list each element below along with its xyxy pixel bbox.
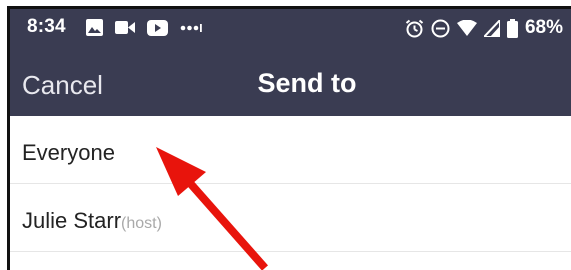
video-camera-icon	[115, 20, 135, 35]
status-bar: 8:34 68%	[10, 9, 571, 48]
recipient-everyone[interactable]: Everyone	[10, 116, 571, 184]
alarm-icon	[405, 19, 424, 38]
recipient-name: Julie Starr(host)	[22, 208, 162, 234]
recipient-julie-starr[interactable]: Julie Starr(host)	[10, 184, 571, 252]
recipient-name-text: Everyone	[22, 140, 115, 165]
screenshot-frame: 8:34 68% Cancel Send to Everyone Julie S…	[0, 0, 571, 270]
battery-percent: 68%	[524, 17, 563, 38]
page-title: Send to	[257, 68, 357, 98]
recipient-name: Everyone	[22, 140, 115, 166]
system-icons: 68%	[405, 17, 563, 39]
youtube-icon	[147, 19, 168, 36]
do-not-disturb-icon	[431, 19, 450, 38]
image-icon	[86, 19, 103, 36]
more-dots-icon	[180, 23, 202, 32]
battery-icon	[506, 18, 518, 38]
status-time: 8:34	[27, 16, 66, 37]
wifi-icon	[456, 19, 477, 37]
signal-icon	[483, 19, 500, 37]
phone-screen: 8:34 68% Cancel Send to Everyone Julie S…	[7, 6, 571, 270]
recipient-list: Everyone Julie Starr(host)	[10, 116, 571, 252]
host-badge: (host)	[121, 215, 162, 232]
nav-bar: Cancel Send to	[10, 48, 571, 116]
notification-icons	[86, 19, 202, 36]
recipient-name-text: Julie Starr	[22, 208, 122, 233]
